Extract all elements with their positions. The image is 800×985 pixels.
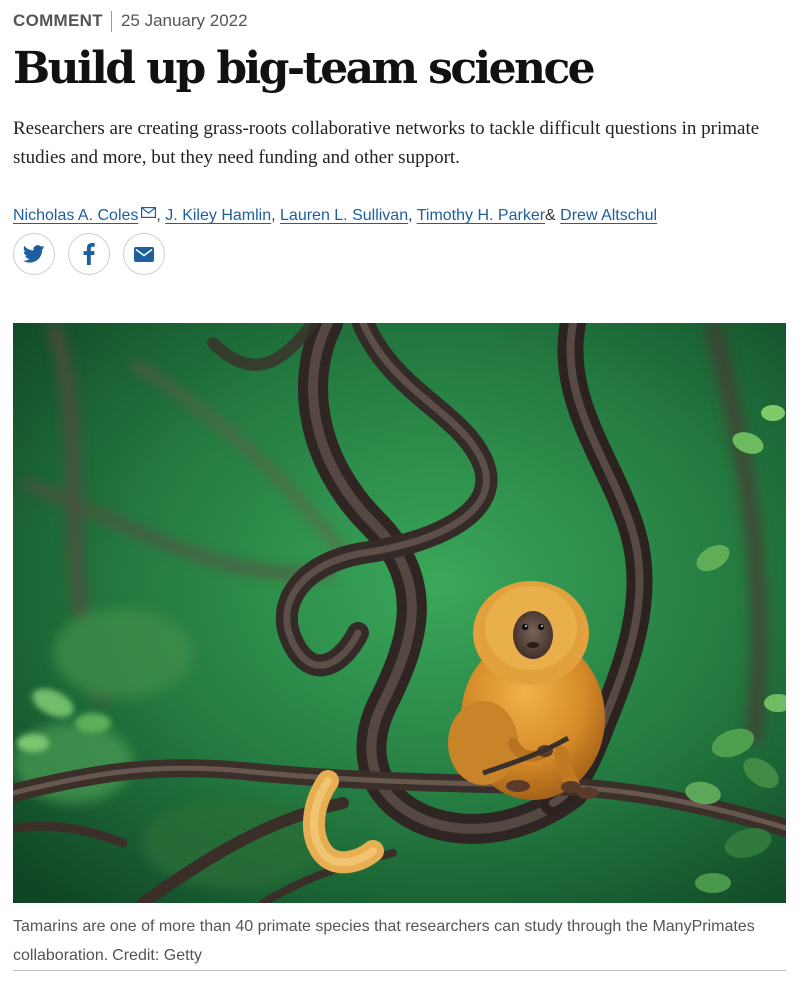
article-type[interactable]: COMMENT (13, 11, 103, 31)
share-twitter-button[interactable] (13, 233, 55, 275)
author-link[interactable]: J. Kiley Hamlin (165, 207, 271, 224)
article-title: Build up big-team science (13, 43, 596, 94)
article-figure (13, 323, 786, 903)
share-email-button[interactable] (123, 233, 165, 275)
facebook-icon (83, 243, 95, 265)
tamarin-photo[interactable] (13, 323, 786, 903)
corresponding-author-mail-icon[interactable] (141, 202, 157, 226)
author-separator: , (408, 207, 413, 224)
author-separator: , (271, 207, 276, 224)
publish-date: 25 January 2022 (120, 11, 248, 30)
figure-caption: Tamarins are one of more than 40 primate… (13, 912, 786, 970)
author-separator: & (545, 207, 556, 224)
author-link[interactable]: Lauren L. Sullivan (280, 207, 408, 224)
meta-divider (110, 10, 112, 32)
article-meta: COMMENT 25 January 2022 (13, 9, 248, 33)
article-standfirst: Researchers are creating grass-roots col… (13, 118, 760, 168)
author-link[interactable]: Drew Altschul (560, 207, 657, 224)
divider (13, 970, 786, 971)
author-list: Nicholas A. Coles, J. Kiley Hamlin, Laur… (13, 202, 657, 228)
share-buttons (13, 233, 165, 275)
author-link[interactable]: Timothy H. Parker (417, 207, 545, 224)
author-separator: , (156, 207, 161, 224)
share-facebook-button[interactable] (68, 233, 110, 275)
email-icon (134, 246, 154, 262)
caption-credit: Credit: Getty (112, 947, 202, 964)
twitter-icon (23, 245, 45, 263)
author-link[interactable]: Nicholas A. Coles (13, 207, 138, 224)
